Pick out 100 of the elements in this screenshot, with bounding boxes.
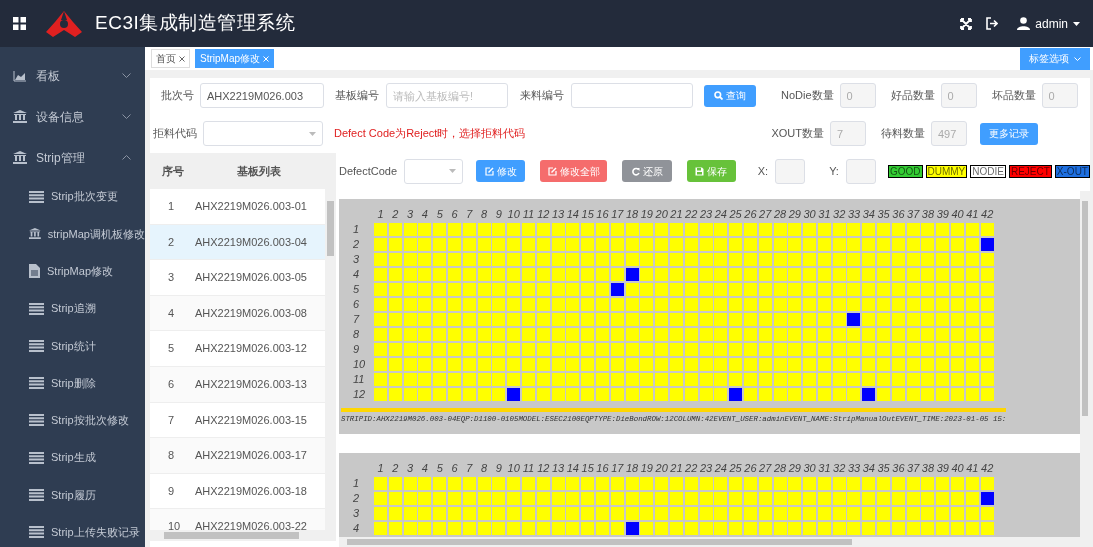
sidebar-item[interactable]: Strip上传失败记录: [0, 513, 145, 547]
column-label: 19: [640, 461, 654, 475]
column-label: 35: [877, 207, 891, 221]
column-label: 19: [640, 207, 654, 221]
select-field[interactable]: [404, 158, 464, 184]
column-label: 18: [625, 461, 639, 475]
column-label: 8: [480, 461, 489, 475]
column-label: 10: [507, 461, 521, 475]
row-label: 1: [353, 476, 361, 492]
column-label: 25: [729, 207, 743, 221]
table-row[interactable]: 8 AHX2219M026.003-17: [150, 438, 325, 474]
input-field[interactable]: [775, 158, 806, 184]
edit-icon: [547, 166, 557, 176]
column-label: 20: [655, 207, 669, 221]
area-chart-icon: [13, 69, 27, 82]
scrollbar[interactable]: [1080, 191, 1090, 547]
column-label: 11: [521, 461, 535, 475]
grid-menu-icon: [13, 17, 26, 30]
column-label: 6: [450, 207, 459, 221]
column-label: 9: [494, 207, 503, 221]
logo-icon: [45, 9, 83, 38]
input-field[interactable]: [845, 158, 876, 184]
column-label: 14: [566, 461, 580, 475]
field-label: 待料数量: [881, 126, 925, 142]
fullscreen-icon: [960, 17, 973, 30]
tab[interactable]: 首页: [151, 49, 190, 68]
select-field[interactable]: [203, 121, 323, 146]
caret-icon: [449, 169, 457, 173]
edit-icon: [484, 166, 494, 176]
column-label: 41: [965, 207, 979, 221]
column-label: 5: [435, 461, 444, 475]
table-row[interactable]: 2 AHX2219M026.003-04: [150, 224, 325, 261]
row-label: 10: [353, 357, 367, 373]
column-label: 42: [980, 461, 994, 475]
column-label: 9: [494, 461, 503, 475]
column-label: 4: [420, 207, 429, 221]
column-label: 34: [862, 207, 876, 221]
sidebar-item[interactable]: 设备信息: [0, 96, 145, 137]
column-label: 8: [480, 207, 489, 221]
column-label: 41: [965, 461, 979, 475]
column-label: 17: [610, 207, 624, 221]
column-label: 24: [714, 461, 728, 475]
row-label: 12: [353, 387, 367, 403]
column-label: 23: [699, 207, 713, 221]
field-label: 基板编号: [335, 88, 379, 104]
column-label: 2: [391, 207, 400, 221]
column-label: 38: [921, 461, 935, 475]
column-label: 29: [788, 207, 802, 221]
sidebar-item[interactable]: stripMap调机板修改: [0, 215, 145, 253]
table-row[interactable]: 6 AHX2219M026.003-13: [150, 366, 325, 403]
column-label: 23: [699, 461, 713, 475]
sidebar-item[interactable]: Strip统计: [0, 327, 145, 365]
sidebar-item[interactable]: Strip按批次修改: [0, 401, 145, 440]
column-label: 27: [758, 207, 772, 221]
column-label: 28: [773, 461, 787, 475]
row-label: 1: [353, 222, 361, 238]
sidebar-item[interactable]: 看板: [0, 55, 145, 96]
column-label: 29: [788, 461, 802, 475]
list-icon: [29, 451, 44, 464]
legend-item: X-OUT: [1054, 164, 1090, 178]
sidebar-item[interactable]: StripMap修改: [0, 252, 145, 290]
column-label: 17: [610, 461, 624, 475]
table-row[interactable]: 10 AHX2219M026.003-22: [150, 509, 325, 530]
column-label: 35: [877, 461, 891, 475]
field-label: Y:: [829, 163, 839, 179]
sidebar-item[interactable]: Strip批次变更: [0, 178, 145, 216]
list-icon: [29, 190, 44, 203]
column-label: 22: [684, 461, 698, 475]
column-label: 31: [817, 461, 831, 475]
column-label: 39: [936, 207, 950, 221]
column-label: 2: [391, 461, 400, 475]
sidebar-item[interactable]: Strip管理: [0, 137, 145, 178]
sidebar-item[interactable]: Strip追溯: [0, 289, 145, 328]
column-label: 37: [906, 207, 920, 221]
column-label: 20: [655, 461, 669, 475]
sidebar-item[interactable]: Strip生成: [0, 439, 145, 477]
column-header: 序号: [161, 163, 185, 179]
column-label: 40: [951, 461, 965, 475]
column-label: 30: [803, 207, 817, 221]
column-label: 1: [376, 461, 385, 475]
scrollbar[interactable]: [150, 530, 336, 541]
table-row[interactable]: 4 AHX2219M026.003-08: [150, 295, 325, 332]
sidebar-item[interactable]: Strip删除: [0, 364, 145, 402]
row-label: 2: [353, 491, 361, 507]
field-label: 来料编号: [520, 88, 564, 104]
field-label: X:: [757, 163, 769, 179]
column-label: 13: [551, 461, 565, 475]
document-icon: [29, 264, 40, 279]
row-label: 3: [353, 506, 361, 522]
column-label: 22: [684, 207, 698, 221]
column-label: 33: [847, 207, 861, 221]
legend-item: GOOD: [887, 164, 923, 178]
column-label: 27: [758, 461, 772, 475]
input-field[interactable]: [571, 83, 693, 108]
column-label: 42: [980, 207, 994, 221]
sidebar-item[interactable]: Strip履历: [0, 476, 145, 514]
input-field[interactable]: AHX2219M026.003: [200, 83, 324, 108]
column-label: 3: [406, 461, 415, 475]
scrollbar[interactable]: [339, 537, 1080, 547]
user-menu[interactable]: admin: [1017, 14, 1080, 33]
